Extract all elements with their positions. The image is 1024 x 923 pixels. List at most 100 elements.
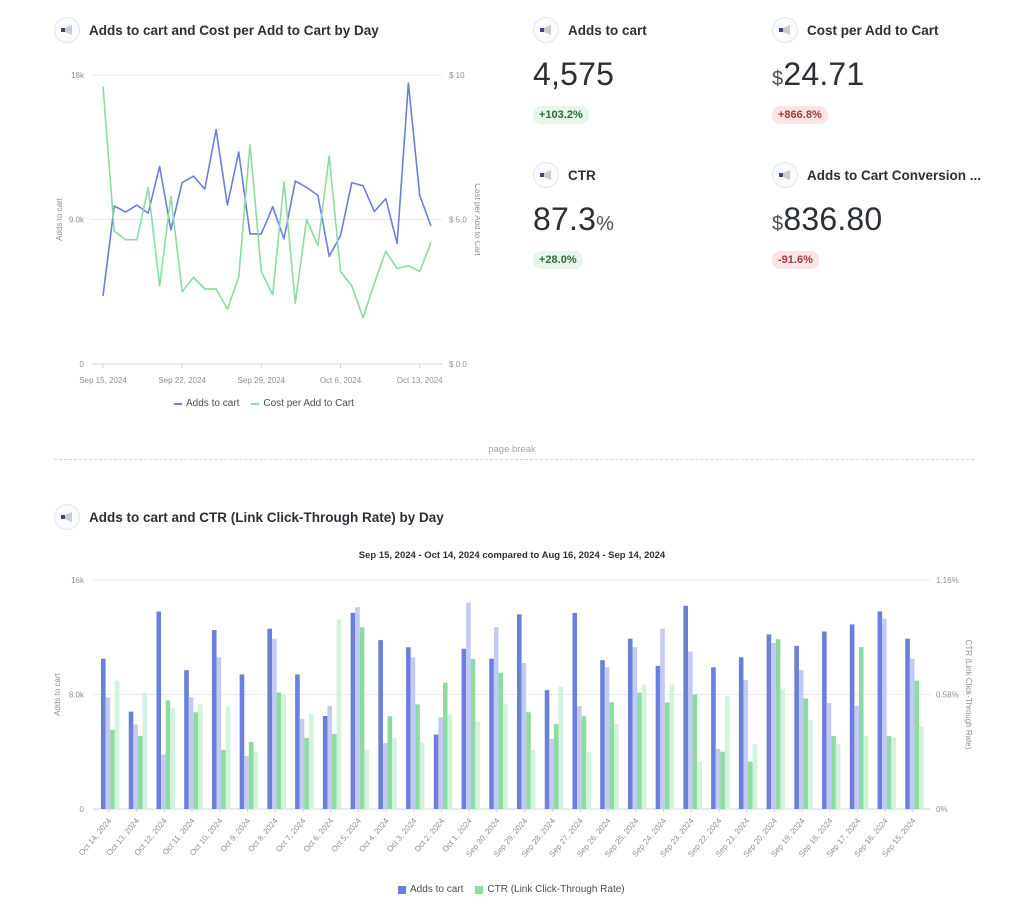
ctr-prev-bar xyxy=(780,688,785,809)
adds-prev-bar xyxy=(355,607,360,809)
adds-bar xyxy=(378,640,383,809)
megaphone-icon xyxy=(54,504,80,530)
ctr-prev-bar xyxy=(308,714,314,809)
adds-bar xyxy=(295,674,300,809)
x-tick-label: Oct 13, 2024 xyxy=(397,376,443,385)
ctr-bar xyxy=(470,658,476,809)
adds-bar xyxy=(572,612,578,809)
adds-bar xyxy=(101,658,106,809)
legend-swatch-adds xyxy=(174,402,182,405)
kpi-header-conversion: Adds to Cart Conversion ... xyxy=(772,162,981,188)
legend-label-cost: Cost per Add to Cart xyxy=(263,398,354,409)
legend-item-ctr[interactable]: CTR (Link Click-Through Rate) xyxy=(475,884,625,895)
ctr-bar xyxy=(248,741,254,809)
y-axis-label: Adds to cart xyxy=(55,197,64,240)
legend-swatch-ctr xyxy=(475,885,484,894)
kpi-suffix: % xyxy=(596,213,615,235)
legend-item-cost[interactable]: Cost per Add to Cart xyxy=(251,398,354,409)
adds-bar xyxy=(877,611,883,809)
y2-axis-label: Cost per Add to Cart xyxy=(473,183,480,256)
kpi-header-ctr: CTR xyxy=(533,162,596,188)
adds-bar xyxy=(683,605,688,809)
ctr-bar xyxy=(221,749,226,809)
adds-prev-bar xyxy=(771,642,776,809)
adds-prev-bar xyxy=(604,667,610,809)
kpi-title: CTR xyxy=(568,167,596,183)
y2-tick-label: 0.58% xyxy=(936,691,959,700)
adds-prev-bar xyxy=(909,658,915,809)
kpi-title: Cost per Add to Cart xyxy=(807,22,939,38)
ctr-bar xyxy=(886,735,892,809)
adds-bar xyxy=(239,674,245,809)
adds-bar xyxy=(350,612,356,809)
y-tick-label: 18k xyxy=(71,71,85,80)
y-axis-label: Adds to cart xyxy=(53,672,62,715)
adds-prev-bar xyxy=(549,738,554,809)
adds-prev-bar xyxy=(133,724,138,809)
ctr-prev-bar xyxy=(891,737,896,809)
ctr-bar xyxy=(415,704,420,809)
megaphone-icon xyxy=(54,17,80,43)
ctr-bar xyxy=(914,680,920,809)
adds-prev-bar xyxy=(382,743,388,809)
ctr-bar xyxy=(553,724,559,809)
legend-item-adds[interactable]: Adds to cart xyxy=(398,884,463,895)
adds-bar xyxy=(517,614,522,809)
adds-bar xyxy=(738,657,744,809)
page-break-label: page break xyxy=(488,444,536,455)
bar-chart-legend: Adds to cart CTR (Link Click-Through Rat… xyxy=(398,884,625,895)
ctr-bar xyxy=(748,761,753,809)
kpi-value-adds: 4,575 xyxy=(533,56,614,93)
ctr-prev-bar xyxy=(641,684,647,809)
x-tick-label: Sep 29, 2024 xyxy=(238,376,286,385)
y2-tick-label: $ 0.0 xyxy=(449,360,467,369)
ctr-prev-bar xyxy=(281,694,286,809)
ctr-bar xyxy=(137,735,143,809)
kpi-number: 4,575 xyxy=(533,56,615,92)
ctr-prev-bar xyxy=(558,686,564,809)
bar-chart-subtitle: Sep 15, 2024 - Oct 14, 2024 compared to … xyxy=(358,550,666,561)
adds-prev-bar xyxy=(882,618,887,809)
bar-chart-header: Adds to cart and CTR (Link Click-Through… xyxy=(54,504,444,530)
x-tick-label: Oct 6, 2024 xyxy=(320,376,362,385)
adds-prev-bar xyxy=(216,657,222,809)
bar-chart-title: Adds to cart and CTR (Link Click-Through… xyxy=(89,509,444,525)
kpi-change-badge: +28.0% xyxy=(533,251,583,269)
ctr-prev-bar xyxy=(919,726,924,809)
adds-prev-bar xyxy=(410,657,416,809)
ctr-prev-bar xyxy=(336,619,342,809)
adds-prev-bar xyxy=(105,697,111,809)
adds-bar xyxy=(489,658,494,809)
adds-bar xyxy=(461,648,467,809)
y-tick-label: 8.0k xyxy=(69,691,85,700)
legend-label-ctr: CTR (Link Click-Through Rate) xyxy=(487,884,625,895)
ctr-bar xyxy=(443,682,448,809)
adds-bar xyxy=(406,647,411,809)
ctr-prev-bar xyxy=(447,714,453,809)
ctr-bar xyxy=(581,716,587,809)
y-tick-label: 0 xyxy=(80,805,85,814)
ctr-prev-bar xyxy=(225,706,231,809)
ctr-bar xyxy=(775,639,781,809)
adds-prev-bar xyxy=(438,717,443,809)
ctr-prev-bar xyxy=(530,749,536,809)
ctr-bar xyxy=(498,672,504,809)
adds-prev-bar xyxy=(632,647,638,809)
ctr-prev-bar xyxy=(586,751,591,809)
kpi-header-cost: Cost per Add to Cart xyxy=(772,17,939,43)
adds-prev-bar xyxy=(327,705,333,809)
adds-prev-bar xyxy=(826,703,832,809)
kpi-change-badge: +866.8% xyxy=(772,106,828,124)
kpi-value-ctr: 87.3% xyxy=(533,201,614,238)
adds-bar xyxy=(822,631,827,809)
kpi-header-adds: Adds to cart xyxy=(533,17,647,43)
megaphone-icon xyxy=(772,162,798,188)
legend-item-adds[interactable]: Adds to cart xyxy=(174,398,239,409)
ctr-bar xyxy=(276,692,282,809)
line-chart-legend: Adds to cart Cost per Add to Cart xyxy=(174,398,354,409)
ctr-bar xyxy=(664,702,670,809)
ctr-bar xyxy=(193,712,198,809)
ctr-bar xyxy=(332,733,337,809)
kpi-prefix: $ xyxy=(772,68,784,90)
y-tick-label: 0 xyxy=(80,360,85,369)
